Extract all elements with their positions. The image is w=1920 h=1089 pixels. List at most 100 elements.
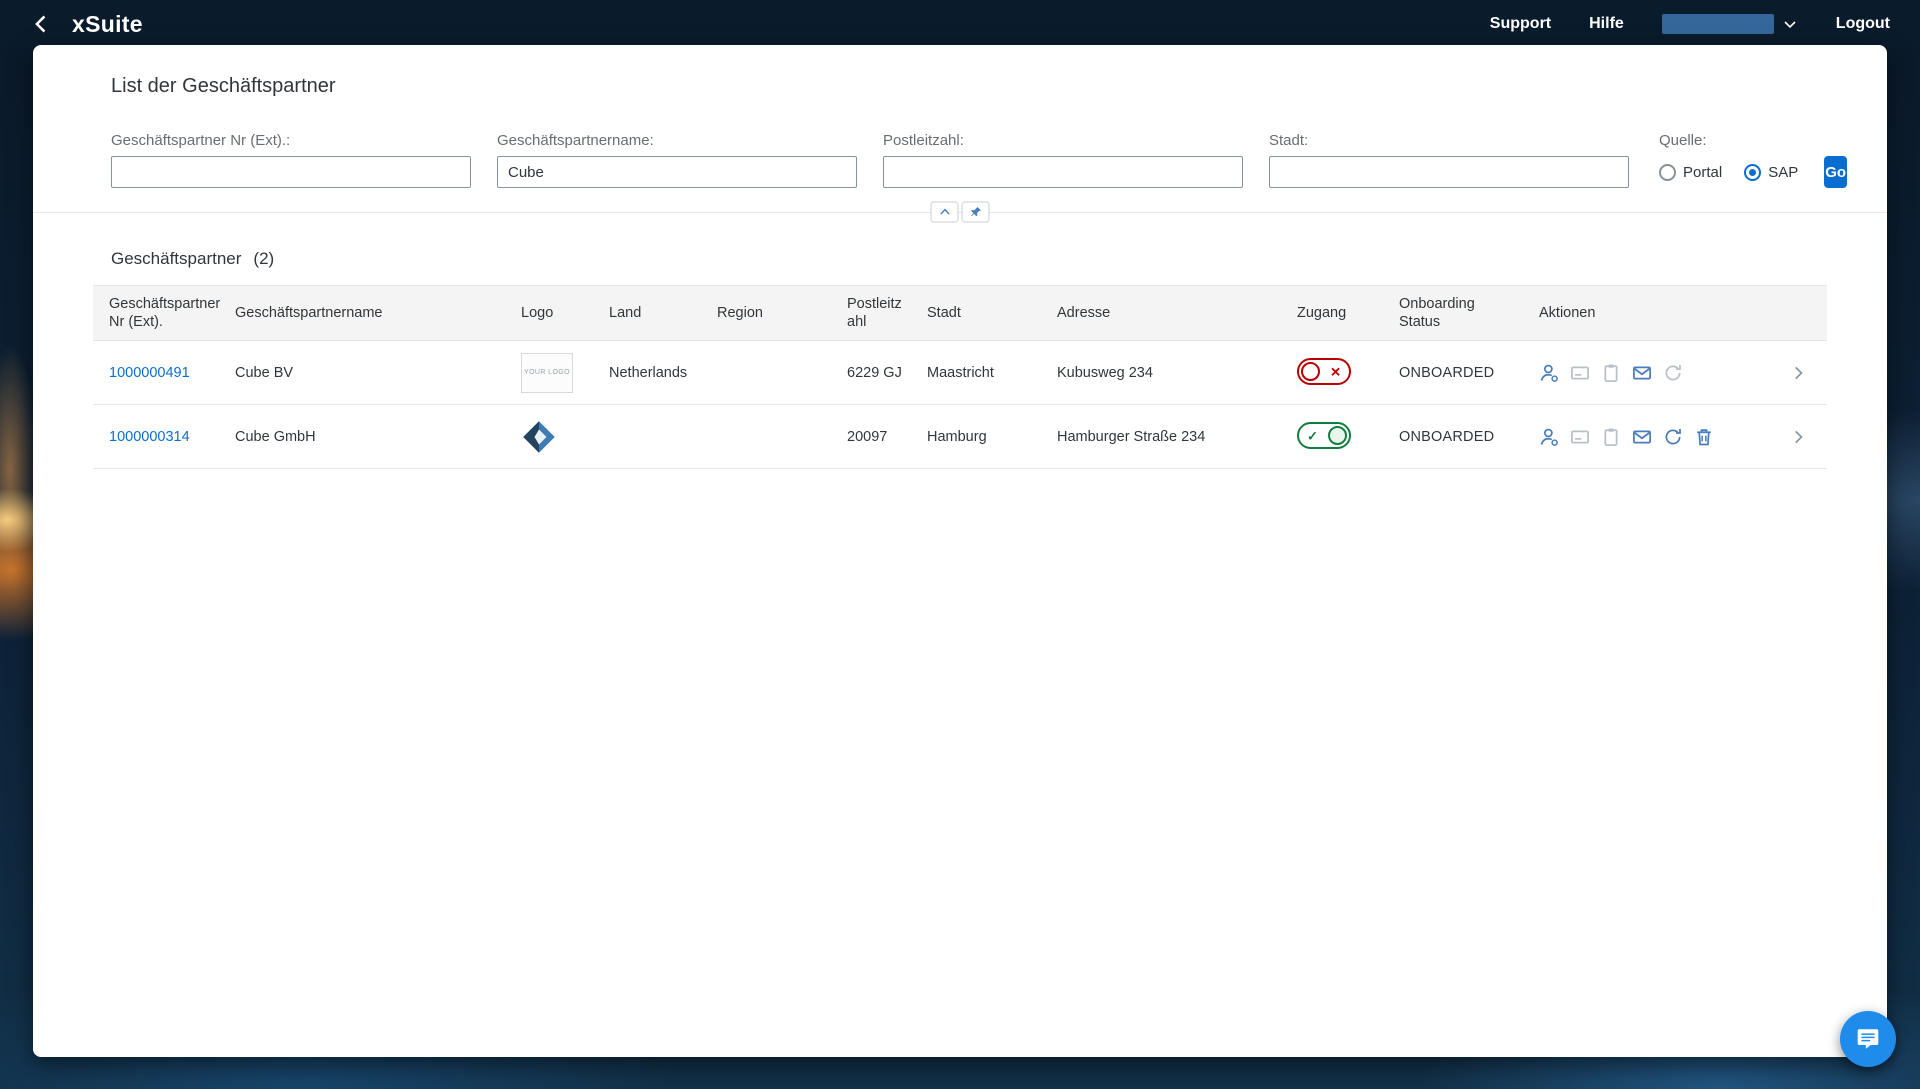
col-header-partner-name: Geschäftspartnername (225, 284, 511, 342)
cube-logo (523, 421, 555, 453)
cross-icon: ✕ (1330, 364, 1341, 380)
col-header-adresse: Adresse (1047, 284, 1287, 342)
back-button[interactable] (30, 10, 58, 38)
chat-icon (1857, 1029, 1879, 1049)
send-mail-icon[interactable] (1632, 363, 1652, 383)
quelle-option-sap[interactable]: SAP (1744, 163, 1799, 181)
col-header-land: Land (599, 284, 707, 342)
col-header-stadt: Stadt (917, 284, 1047, 342)
table-header-row: Geschäftspartner Nr (Ext). Geschäftspart… (93, 284, 1827, 342)
partner-name-cell: Cube GmbH (225, 404, 511, 470)
partner-nr-link[interactable]: 1000000491 (109, 365, 190, 381)
chevron-left-icon (35, 15, 46, 33)
business-partner-table: Geschäftspartner Nr (Ext). Geschäftspart… (93, 284, 1827, 470)
card-icon[interactable] (1570, 363, 1590, 383)
app-logo: xSuite (72, 10, 143, 37)
partner-nr-input[interactable] (111, 156, 471, 188)
stadt-cell: Hamburg (917, 404, 1047, 470)
refresh-icon[interactable] (1663, 363, 1683, 383)
user-menu[interactable] (1661, 14, 1798, 34)
send-mail-icon[interactable] (1632, 427, 1652, 447)
table-row: 1000000491 Cube BV YOUR LOGO Netherlands… (93, 340, 1827, 406)
col-header-region: Region (707, 284, 837, 342)
chat-launcher-button[interactable] (1840, 1011, 1896, 1067)
land-cell: Netherlands (599, 340, 707, 406)
clipboard-icon[interactable] (1601, 427, 1621, 447)
hilfe-link[interactable]: Hilfe (1589, 15, 1624, 33)
quelle-option-portal[interactable]: Portal (1659, 163, 1723, 181)
user-settings-icon[interactable] (1539, 363, 1559, 383)
portal-radio-label: Portal (1683, 163, 1723, 181)
row-detail-chevron[interactable] (1789, 428, 1817, 446)
stadt-label: Stadt: (1269, 132, 1309, 149)
support-link[interactable]: Support (1490, 15, 1551, 33)
section-count: (2) (253, 249, 275, 268)
col-header-onboarding-status: Onboarding Status (1389, 284, 1529, 342)
table-row: 1000000314 Cube GmbH 20097 Hamburg Hambu… (93, 404, 1827, 470)
check-icon: ✓ (1307, 428, 1318, 444)
postleitzahl-label: Postleitzahl: (883, 132, 964, 149)
row-detail-chevron[interactable] (1789, 364, 1817, 382)
col-header-partner-nr: Geschäftspartner Nr (Ext). (93, 284, 225, 342)
pin-filter-button[interactable] (961, 201, 990, 223)
region-cell (707, 340, 837, 406)
postleitzahl-input[interactable] (883, 156, 1243, 188)
filter-field-stadt: Stadt: (1269, 132, 1629, 188)
delete-icon[interactable] (1694, 427, 1714, 447)
adresse-cell: Hamburger Straße 234 (1047, 404, 1287, 470)
desktop-background: xSuite Support Hilfe Logout List der Ges… (0, 0, 1920, 1089)
refresh-icon[interactable] (1663, 427, 1683, 447)
row-actions (1539, 363, 1759, 383)
chevron-down-icon (1782, 16, 1798, 32)
col-header-zugang: Zugang (1287, 284, 1389, 342)
logo-placeholder-image: YOUR LOGO (521, 352, 573, 393)
row-actions (1539, 427, 1759, 447)
collapse-filter-button[interactable] (930, 201, 959, 223)
filter-field-postleitzahl: Postleitzahl: (883, 132, 1243, 188)
partner-nr-label: Geschäftspartner Nr (Ext).: (111, 132, 291, 149)
partner-name-cell: Cube BV (225, 340, 511, 406)
onboarding-status: ONBOARDED (1399, 364, 1495, 381)
stadt-cell: Maastricht (917, 340, 1047, 406)
partner-name-input[interactable] (497, 156, 857, 188)
land-cell (599, 404, 707, 470)
toggle-handle (1301, 362, 1320, 382)
table-section-header: Geschäftspartner (2) (111, 249, 1827, 269)
chevron-right-icon (1795, 366, 1803, 380)
filter-field-partner-name: Geschäftspartnername: (497, 132, 857, 188)
page-title: List der Geschäftspartner (111, 75, 336, 97)
filter-divider (33, 201, 1887, 223)
chevron-right-icon (1795, 430, 1803, 444)
zugang-toggle-off[interactable]: ✕ (1297, 358, 1351, 386)
filter-field-partner-nr: Geschäftspartner Nr (Ext).: (111, 132, 471, 188)
zugang-toggle-on[interactable]: ✓ (1297, 422, 1351, 450)
adresse-cell: Kubusweg 234 (1047, 340, 1287, 406)
partner-nr-link[interactable]: 1000000314 (109, 429, 190, 445)
stadt-input[interactable] (1269, 156, 1629, 188)
user-name-redacted (1661, 14, 1774, 34)
quelle-label: Quelle: (1659, 132, 1707, 149)
col-header-aktionen: Aktionen (1529, 284, 1769, 342)
plz-cell: 6229 GJ (837, 340, 917, 406)
toggle-handle (1328, 426, 1347, 446)
region-cell (707, 404, 837, 470)
top-bar: xSuite Support Hilfe Logout (0, 0, 1920, 48)
partner-name-label: Geschäftspartnername: (497, 132, 654, 149)
sap-radio-label: SAP (1768, 163, 1799, 181)
onboarding-status: ONBOARDED (1399, 428, 1495, 445)
chevron-up-icon (939, 208, 950, 215)
section-title: Geschäftspartner (111, 249, 242, 268)
logout-link[interactable]: Logout (1836, 15, 1890, 33)
go-button[interactable]: Go (1824, 156, 1848, 188)
col-header-spacer (1769, 284, 1827, 342)
filter-field-quelle: Quelle: Portal SAP (1659, 132, 1798, 188)
card-icon[interactable] (1570, 427, 1590, 447)
main-panel: List der Geschäftspartner Geschäftspartn… (33, 45, 1887, 1057)
user-settings-icon[interactable] (1539, 427, 1559, 447)
pin-icon (970, 206, 981, 217)
col-header-logo: Logo (511, 284, 599, 342)
portal-radio[interactable] (1659, 163, 1676, 181)
col-header-postleitzahl: Postleitzahl (837, 284, 917, 342)
sap-radio[interactable] (1744, 163, 1762, 181)
clipboard-icon[interactable] (1601, 363, 1621, 383)
